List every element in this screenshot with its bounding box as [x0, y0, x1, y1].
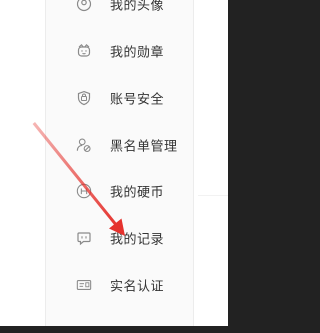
menu-item-avatar[interactable]: 我的头像: [46, 0, 194, 20]
medal-icon: [76, 43, 92, 59]
id-card-icon: [76, 277, 92, 293]
avatar-icon: [76, 0, 92, 12]
menu-item-blacklist[interactable]: 黑名单管理: [46, 129, 194, 161]
menu-item-label: 我的硬币: [110, 185, 165, 201]
coin-icon: [76, 183, 92, 199]
menu-item-label: 黑名单管理: [110, 139, 178, 155]
screenshot-canvas: 我的头像 我的勋章 账号安全 黑名单管理 我的硬币 我的记录 实名认证: [0, 0, 257, 333]
bottom-dark-bar: [0, 326, 257, 333]
menu-item-label: 实名认证: [110, 279, 165, 295]
menu-item-real-name-verification[interactable]: 实名认证: [46, 269, 194, 301]
menu-item-medal[interactable]: 我的勋章: [46, 35, 194, 67]
menu-item-label: 我的记录: [110, 232, 165, 248]
menu-item-my-records[interactable]: 我的记录: [46, 222, 194, 254]
blacklist-user-icon: [76, 137, 92, 153]
menu-item-label: 账号安全: [110, 92, 165, 108]
menu-item-label: 我的头像: [110, 0, 165, 14]
menu-item-label: 我的勋章: [110, 45, 165, 61]
record-icon: [76, 230, 92, 246]
menu-item-coins[interactable]: 我的硬币: [46, 175, 194, 207]
settings-menu: 我的头像 我的勋章 账号安全 黑名单管理 我的硬币 我的记录 实名认证: [45, 0, 194, 326]
menu-item-account-security[interactable]: 账号安全: [46, 82, 194, 114]
shield-icon: [76, 90, 92, 106]
divider: [198, 195, 228, 196]
